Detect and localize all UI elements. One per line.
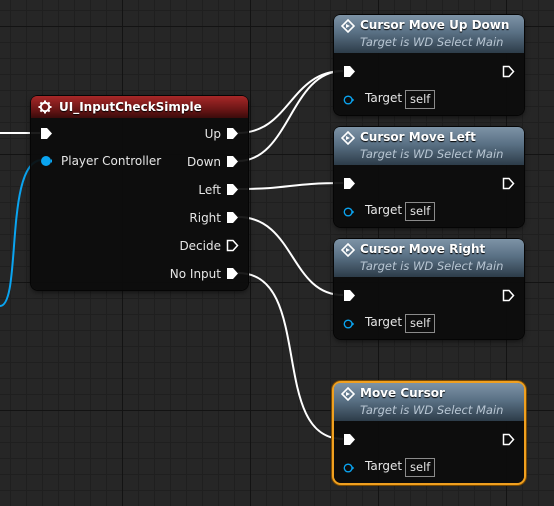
node-ui-input-check-simple[interactable]: UI_InputCheckSimple Player Controller Up…: [31, 96, 248, 290]
player-controller-label: Player Controller: [61, 154, 162, 168]
output-label-down: Down: [186, 155, 221, 169]
exec-out-pin[interactable]: [502, 289, 515, 302]
target-self-field[interactable]: self: [405, 314, 436, 333]
target-self-field[interactable]: self: [405, 90, 436, 109]
exec-out-pin-right[interactable]: [226, 211, 239, 224]
exec-in-pin[interactable]: [343, 433, 356, 446]
node-title: UI_InputCheckSimple: [59, 100, 202, 114]
node-subtitle: Target is WD Select Main: [360, 35, 504, 49]
node-cursor-move-left[interactable]: Cursor Move Left Target is WD Select Mai…: [334, 127, 524, 227]
target-label: Target: [365, 91, 403, 105]
output-label-left: Left: [198, 183, 221, 197]
node-title: Move Cursor: [360, 386, 445, 400]
diamond-function-icon: [341, 19, 355, 33]
player-controller-pin[interactable]: [40, 155, 52, 167]
node-header[interactable]: Cursor Move Right Target is WD Select Ma…: [334, 239, 524, 277]
node-title: Cursor Move Right: [360, 242, 486, 256]
target-pin[interactable]: [343, 462, 355, 474]
exec-in-pin[interactable]: [343, 177, 356, 190]
target-pin[interactable]: [343, 318, 355, 330]
exec-in-pin[interactable]: [343, 65, 356, 78]
diamond-function-icon: [341, 243, 355, 257]
exec-out-pin[interactable]: [502, 433, 515, 446]
output-label-up: Up: [204, 127, 221, 141]
target-self-field[interactable]: self: [405, 458, 436, 477]
node-header[interactable]: Cursor Move Left Target is WD Select Mai…: [334, 127, 524, 165]
node-move-cursor[interactable]: Move Cursor Target is WD Select Main Tar…: [334, 383, 524, 483]
exec-out-pin-left[interactable]: [226, 183, 239, 196]
node-header[interactable]: Cursor Move Up Down Target is WD Select …: [334, 15, 524, 53]
node-title: Cursor Move Left: [360, 130, 476, 144]
exec-out-pin[interactable]: [502, 65, 515, 78]
target-label: Target: [365, 315, 403, 329]
target-pin[interactable]: [343, 206, 355, 218]
target-pin[interactable]: [343, 94, 355, 106]
exec-out-pin-decide[interactable]: [226, 239, 239, 252]
target-label: Target: [365, 459, 403, 473]
node-cursor-move-up-down[interactable]: Cursor Move Up Down Target is WD Select …: [334, 15, 524, 115]
exec-out-pin-down[interactable]: [226, 155, 239, 168]
exec-out-pin-up[interactable]: [226, 127, 239, 140]
node-subtitle: Target is WD Select Main: [360, 147, 504, 161]
node-subtitle: Target is WD Select Main: [360, 259, 504, 273]
node-header[interactable]: Move Cursor Target is WD Select Main: [334, 383, 524, 421]
target-self-field[interactable]: self: [405, 202, 436, 221]
diamond-function-icon: [341, 387, 355, 401]
output-label-decide: Decide: [179, 239, 221, 253]
node-header[interactable]: UI_InputCheckSimple: [31, 96, 248, 118]
node-cursor-move-right[interactable]: Cursor Move Right Target is WD Select Ma…: [334, 239, 524, 339]
output-label-right: Right: [189, 211, 221, 225]
exec-out-pin-no-input[interactable]: [226, 267, 239, 280]
node-title: Cursor Move Up Down: [360, 18, 510, 32]
exec-in-pin[interactable]: [40, 127, 53, 140]
output-label-no-input: No Input: [169, 267, 221, 281]
diamond-function-icon: [341, 131, 355, 145]
gear-icon: [38, 100, 52, 114]
node-subtitle: Target is WD Select Main: [360, 403, 504, 417]
exec-in-pin[interactable]: [343, 289, 356, 302]
target-label: Target: [365, 203, 403, 217]
exec-out-pin[interactable]: [502, 177, 515, 190]
